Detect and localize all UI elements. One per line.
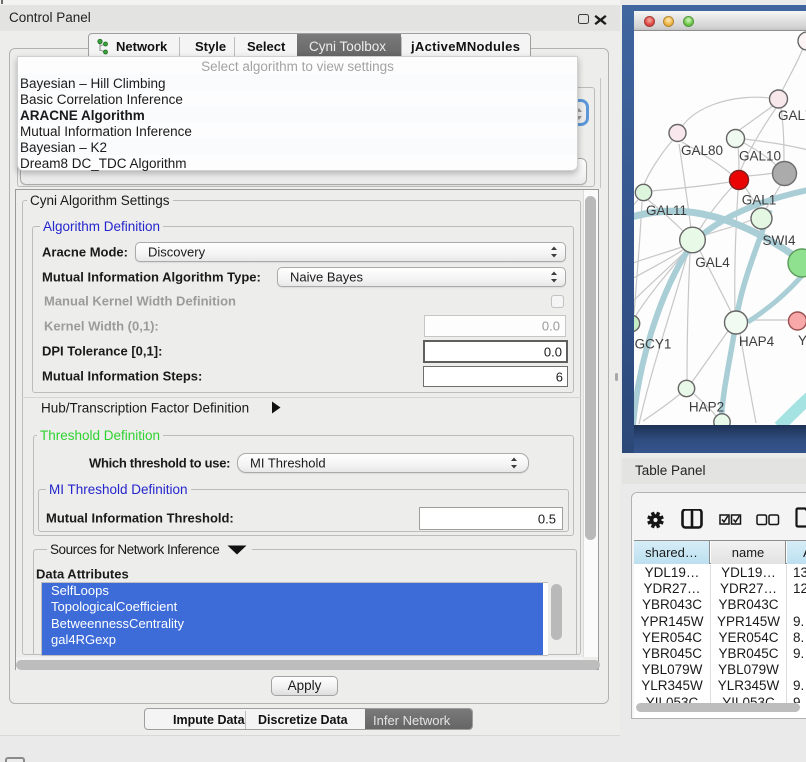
svg-text:HAP4: HAP4: [739, 334, 775, 349]
svg-text:HAP2: HAP2: [689, 400, 724, 415]
svg-text:GAL4: GAL4: [695, 255, 730, 270]
svg-text:GAL11: GAL11: [646, 203, 687, 218]
svg-text:SWI4: SWI4: [762, 233, 795, 248]
svg-text:GCY1: GCY1: [635, 337, 672, 352]
svg-text:GAL7: GAL7: [778, 108, 806, 123]
svg-text:GAL10: GAL10: [739, 149, 781, 164]
svg-text:GAL1: GAL1: [742, 193, 777, 208]
svg-text:GAL80: GAL80: [681, 143, 723, 158]
svg-text:YM: YM: [798, 333, 806, 348]
